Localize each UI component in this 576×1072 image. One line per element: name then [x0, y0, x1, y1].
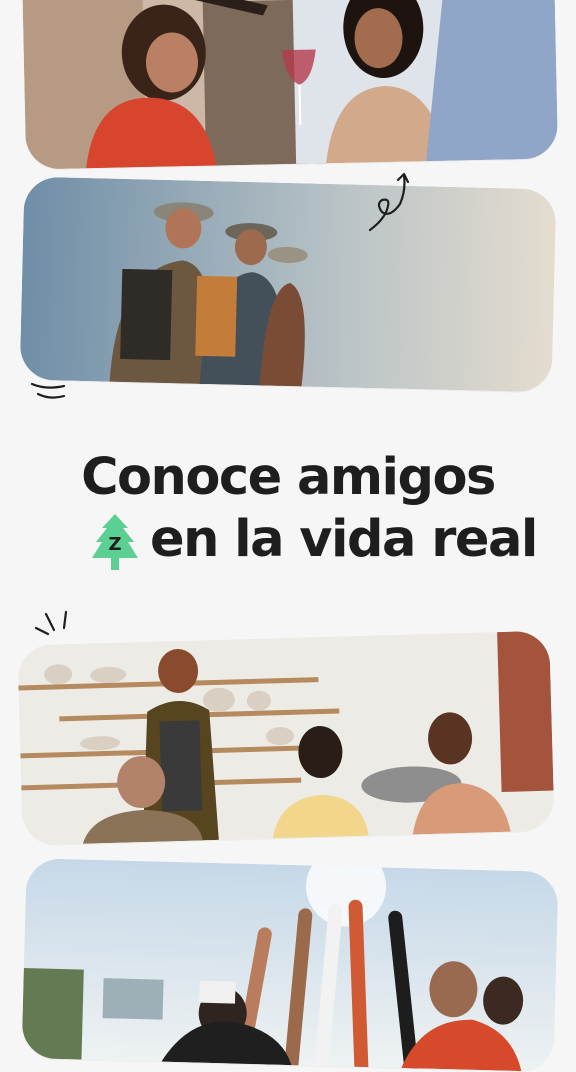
hikers-on-cliff-photo — [19, 176, 557, 393]
pottery-workshop-photo — [17, 630, 555, 846]
headline-line-2: en la vida real — [150, 510, 538, 569]
group-high-five-photo — [21, 858, 559, 1072]
tree-icon: Z — [92, 514, 138, 570]
sparkle-lines-doodle — [34, 610, 68, 636]
tree-icon-letter: Z — [108, 534, 121, 555]
motion-lines-doodle — [30, 382, 66, 399]
friends-toasting-wine-photo — [21, 0, 559, 170]
headline-line-1: Conoce amigos — [81, 448, 496, 507]
squiggle-arrow-doodle — [368, 172, 410, 232]
